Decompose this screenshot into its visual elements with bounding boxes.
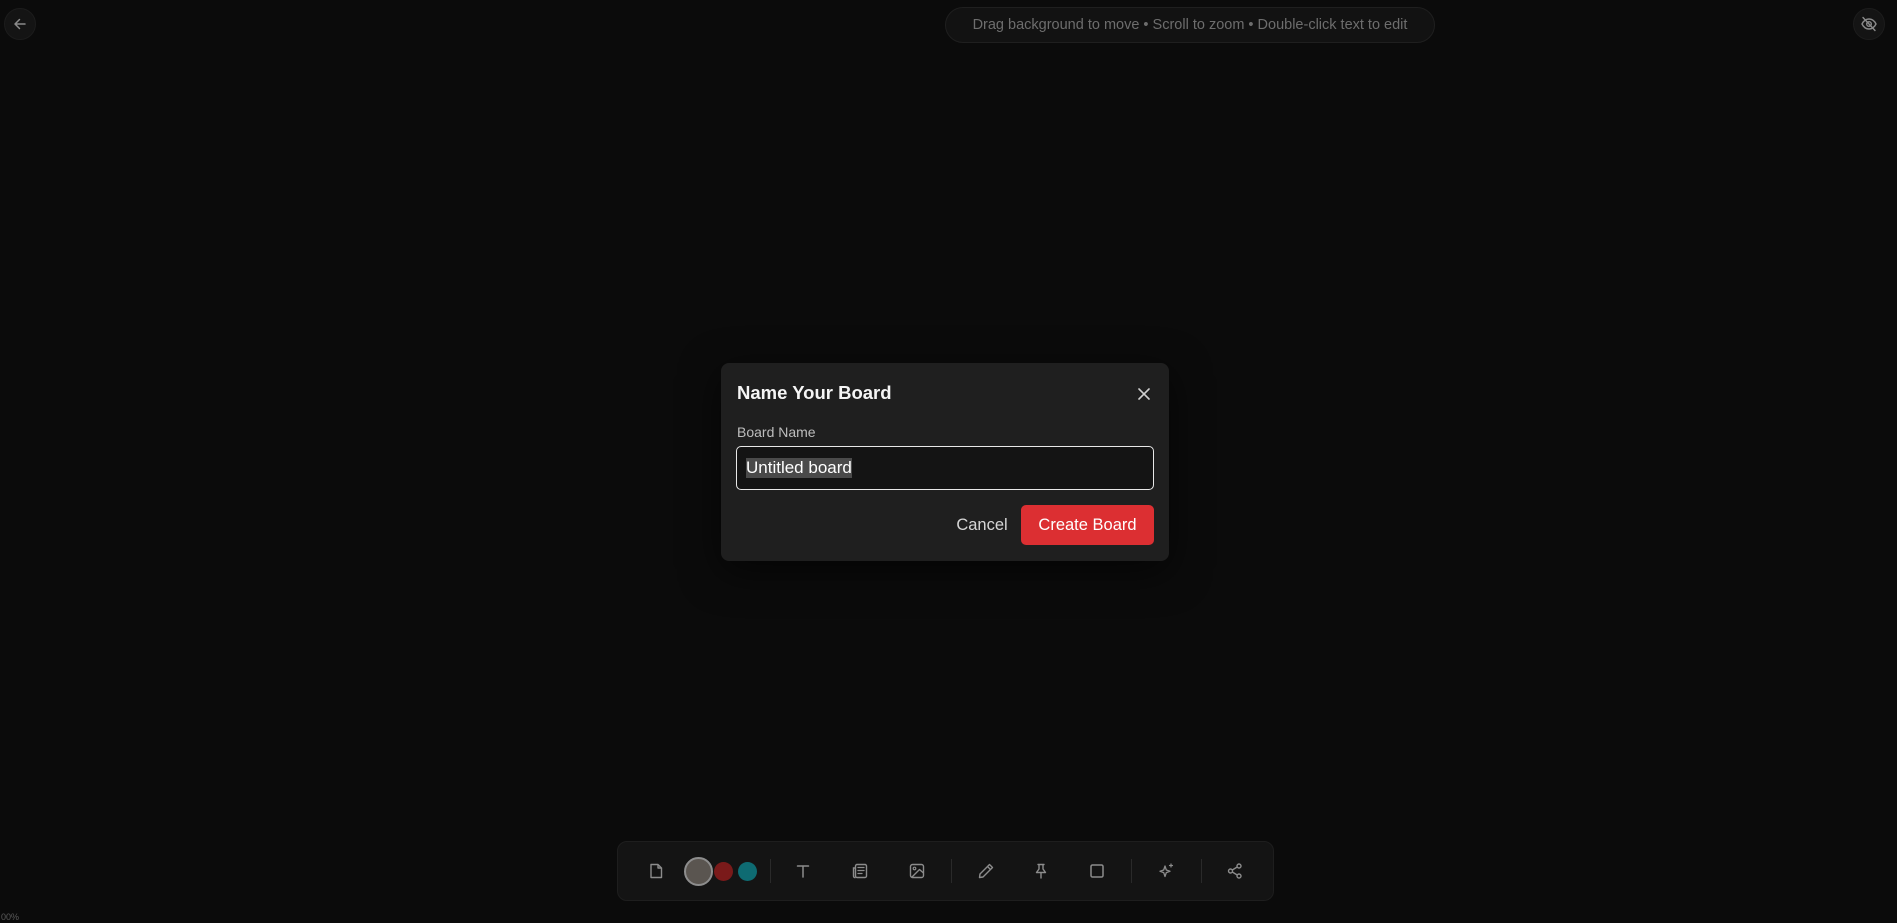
dialog-title: Name Your Board xyxy=(737,382,892,403)
board-name-input[interactable] xyxy=(736,446,1154,490)
board-name-label: Board Name xyxy=(737,424,816,440)
modal-overlay: Name Your Board Board Name Cancel Create… xyxy=(0,0,1897,923)
close-icon xyxy=(1137,387,1151,401)
create-board-button[interactable]: Create Board xyxy=(1021,505,1154,545)
cancel-button[interactable]: Cancel xyxy=(934,505,1030,545)
close-dialog-button[interactable] xyxy=(1133,383,1155,405)
name-board-dialog: Name Your Board Board Name Cancel Create… xyxy=(721,363,1169,561)
